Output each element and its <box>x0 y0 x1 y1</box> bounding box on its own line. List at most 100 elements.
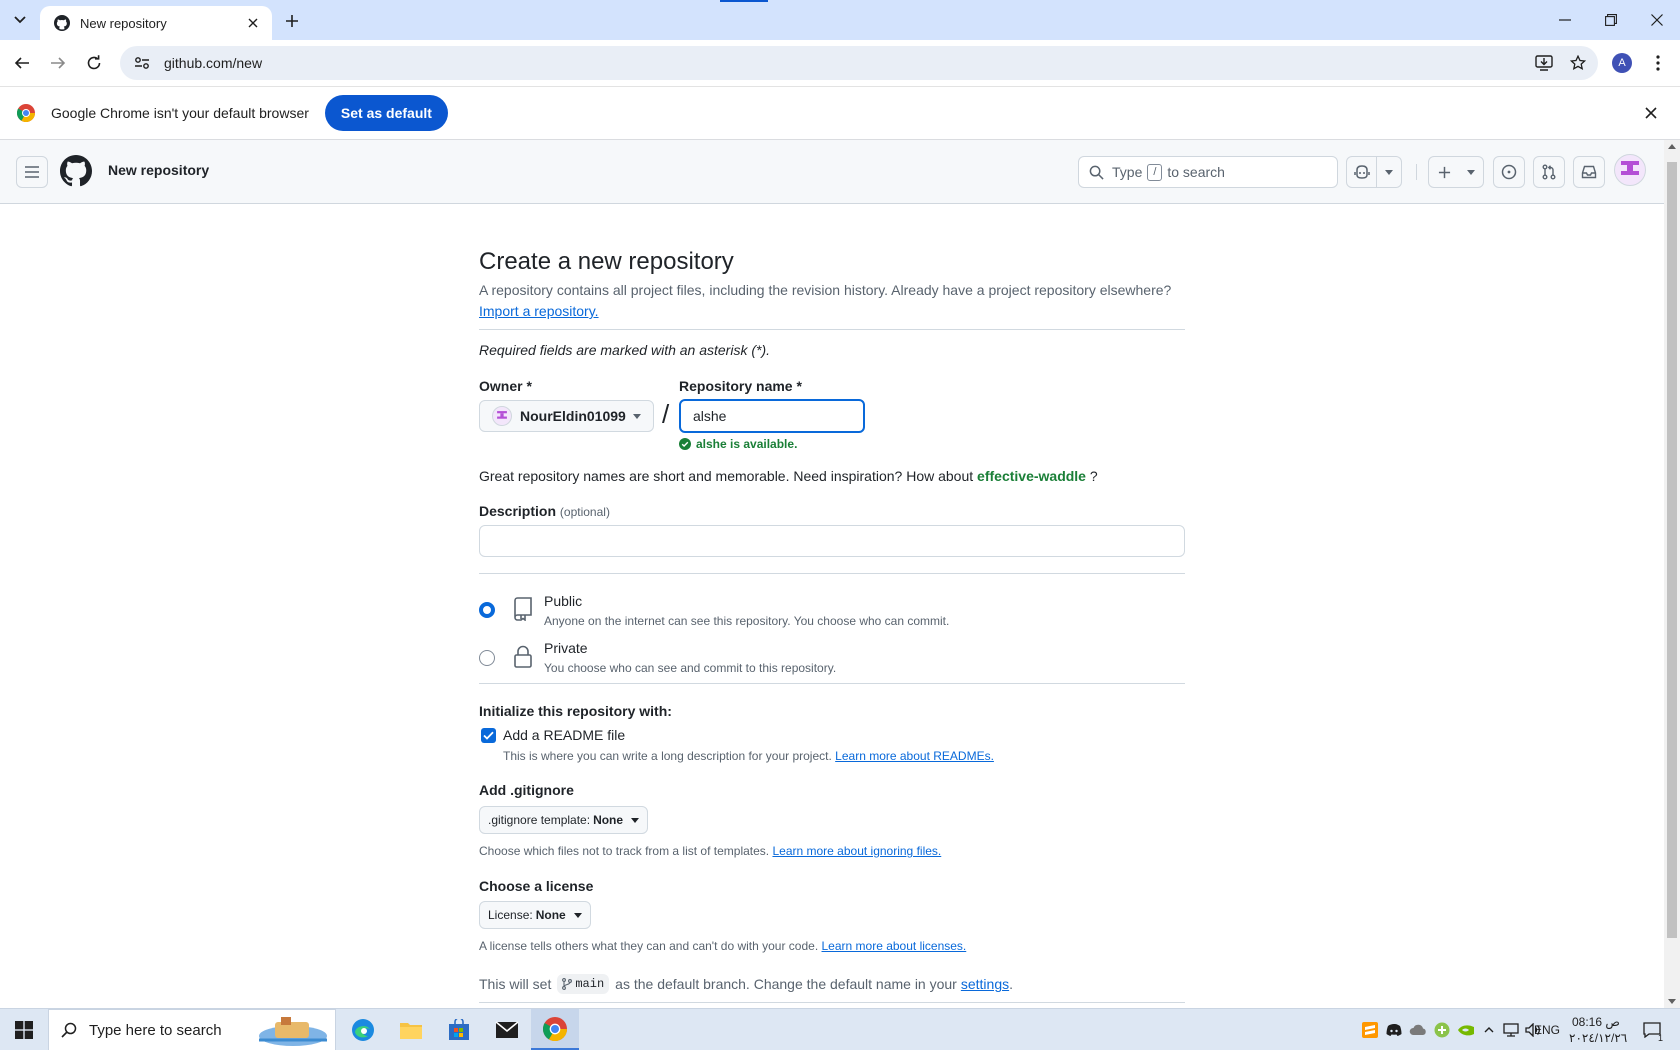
tab-search-button[interactable] <box>8 8 32 32</box>
description-label: Description (optional) <box>479 503 610 519</box>
install-app-icon[interactable] <box>1530 49 1558 77</box>
sublime-icon <box>1362 1022 1378 1038</box>
folder-icon <box>400 1023 422 1039</box>
default-browser-infobar: Google Chrome isn't your default browser… <box>0 86 1680 140</box>
add-readme-label[interactable]: Add a README file <box>503 727 625 743</box>
branch-prefix: This will set <box>479 976 552 992</box>
global-nav-menu-button[interactable] <box>16 156 48 188</box>
cloud-icon <box>1409 1024 1426 1035</box>
suggested-name-button[interactable]: effective-waddle <box>977 468 1086 484</box>
mail-taskbar-icon[interactable] <box>483 1009 531 1050</box>
gitignore-learn-more-link[interactable]: Learn more about ignoring files. <box>772 844 941 858</box>
clock-date[interactable]: ٢٠٢٤/١٢/٢٦ <box>1569 1031 1627 1045</box>
owner-select[interactable]: NourEldin01099 <box>479 400 654 432</box>
user-avatar[interactable] <box>1614 154 1646 186</box>
add-readme-checkbox[interactable] <box>481 728 496 743</box>
bookmark-star-icon[interactable] <box>1564 49 1592 77</box>
file-explorer-taskbar-icon[interactable] <box>387 1009 435 1050</box>
readme-learn-more-link[interactable]: Learn more about READMEs. <box>835 749 994 763</box>
page-scrollbar[interactable] <box>1664 140 1680 1008</box>
owner-label: Owner * <box>479 378 532 394</box>
network-icon <box>1503 1023 1519 1037</box>
restore-button[interactable] <box>1588 0 1634 40</box>
minimize-button[interactable] <box>1542 0 1588 40</box>
search-shortcut-key: / <box>1147 163 1163 181</box>
scrollbar-thumb[interactable] <box>1667 162 1677 938</box>
gitignore-template-select[interactable]: .gitignore template: None <box>479 806 649 834</box>
window-close-button[interactable] <box>1634 0 1680 40</box>
issues-button[interactable] <box>1493 156 1525 188</box>
start-button[interactable] <box>0 1009 48 1050</box>
copilot-button[interactable] <box>1347 157 1376 187</box>
input-language[interactable]: ENG <box>1534 1023 1560 1037</box>
private-radio[interactable] <box>479 650 495 666</box>
discord-icon <box>1386 1024 1402 1036</box>
onedrive-tray-icon[interactable] <box>1409 1021 1427 1039</box>
license-learn-more-link[interactable]: Learn more about licenses. <box>822 939 967 953</box>
tab-close-button[interactable] <box>244 14 262 32</box>
public-radio[interactable] <box>479 602 495 618</box>
license-value: None <box>535 908 566 922</box>
close-icon <box>1645 107 1657 119</box>
back-button[interactable] <box>10 51 34 75</box>
reload-button[interactable] <box>82 51 106 75</box>
tray-status-icon[interactable] <box>1433 1021 1451 1039</box>
chrome-menu-button[interactable] <box>1646 51 1670 75</box>
public-description: Anyone on the internet can see this repo… <box>544 614 950 628</box>
gitignore-prefix: .gitignore template: <box>488 813 591 827</box>
profile-avatar[interactable]: A <box>1612 53 1632 73</box>
copilot-dropdown-button[interactable] <box>1377 157 1401 187</box>
inbox-button[interactable] <box>1573 156 1605 188</box>
hamburger-icon <box>25 166 39 178</box>
close-icon <box>1651 14 1663 26</box>
header-search-input[interactable]: Type / to search <box>1078 156 1338 188</box>
caret-down-icon <box>631 817 640 823</box>
import-repository-link[interactable]: Import a repository. <box>479 303 599 319</box>
discord-tray-icon[interactable] <box>1385 1021 1403 1039</box>
header-context-title: New repository <box>108 162 210 178</box>
browser-toolbar: github.com/new A <box>0 40 1680 86</box>
chrome-logo-icon <box>17 104 35 122</box>
clock-time[interactable]: 08:16 ص <box>1572 1015 1620 1029</box>
nvidia-icon <box>1458 1025 1474 1036</box>
scroll-down-icon <box>1668 999 1676 1004</box>
minimize-icon <box>1559 19 1571 21</box>
new-tab-button[interactable] <box>280 9 304 33</box>
chrome-taskbar-icon[interactable] <box>531 1009 579 1050</box>
network-tray-icon[interactable] <box>1502 1021 1520 1039</box>
nvidia-tray-icon[interactable] <box>1457 1021 1475 1039</box>
address-bar[interactable]: github.com/new <box>120 46 1598 80</box>
readme-note: This is where you can write a long descr… <box>503 749 994 763</box>
plus-icon <box>286 15 298 27</box>
chevron-up-icon <box>1484 1027 1494 1033</box>
edge-taskbar-icon[interactable] <box>339 1009 387 1050</box>
tray-app-icon[interactable] <box>1361 1021 1379 1039</box>
create-new-dropdown-button[interactable] <box>1459 157 1483 187</box>
copilot-button-group <box>1346 156 1402 188</box>
repository-name-input[interactable] <box>679 399 865 433</box>
create-new-button-group[interactable] <box>1428 156 1484 188</box>
divider <box>479 329 1185 330</box>
site-info-icon[interactable] <box>130 51 154 75</box>
settings-link[interactable]: settings <box>961 976 1009 992</box>
identicon-icon <box>497 411 507 419</box>
pull-requests-button[interactable] <box>1533 156 1565 188</box>
forward-button[interactable] <box>46 51 70 75</box>
set-as-default-button[interactable]: Set as default <box>324 95 448 131</box>
copilot-icon <box>1353 165 1370 179</box>
chevron-down-icon <box>14 16 26 24</box>
page-subtitle: A repository contains all project files,… <box>479 282 1172 298</box>
infobar-close-button[interactable] <box>1642 104 1660 122</box>
license-select[interactable]: License: None <box>479 901 591 929</box>
description-input[interactable] <box>479 525 1185 557</box>
branch-suffix: as the default branch. Change the defaul… <box>615 976 957 992</box>
browser-tab[interactable]: New repository <box>40 6 272 40</box>
infobar-message: Google Chrome isn't your default browser <box>51 105 309 121</box>
create-new-button[interactable] <box>1429 157 1459 187</box>
show-hidden-icons[interactable] <box>1480 1021 1498 1039</box>
owner-avatar <box>492 406 512 426</box>
store-taskbar-icon[interactable] <box>435 1009 483 1050</box>
identicon-icon <box>1621 161 1639 175</box>
github-logo-icon[interactable] <box>60 155 92 187</box>
taskbar-search-box[interactable]: Type here to search <box>48 1009 336 1050</box>
